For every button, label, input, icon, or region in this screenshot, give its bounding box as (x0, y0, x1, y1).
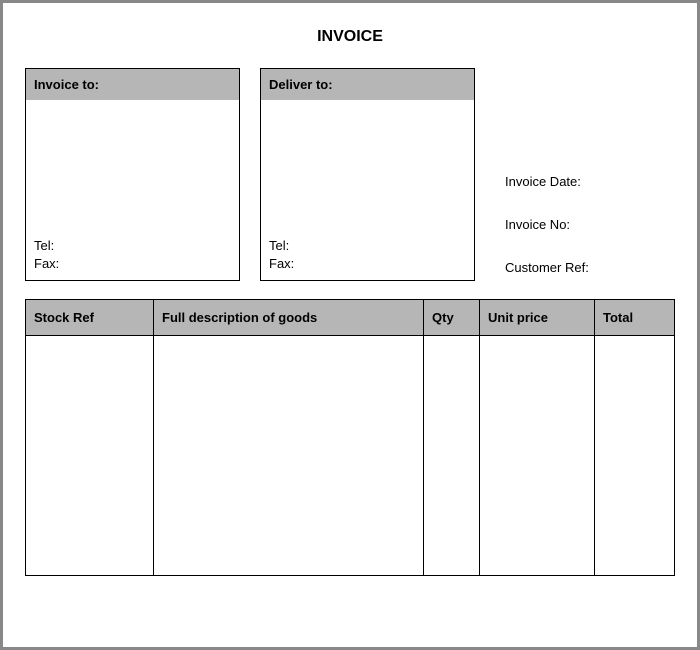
cell-description[interactable] (154, 336, 424, 576)
invoice-to-body[interactable]: Tel: Fax: (26, 100, 239, 280)
deliver-to-header: Deliver to: (261, 69, 474, 100)
invoice-to-box: Invoice to: Tel: Fax: (25, 68, 240, 281)
cell-unit-price[interactable] (480, 336, 595, 576)
items-table: Stock Ref Full description of goods Qty … (25, 299, 675, 576)
col-unit-price: Unit price (480, 300, 595, 336)
top-section: Invoice to: Tel: Fax: Deliver to: Tel: F… (25, 68, 675, 281)
col-total: Total (595, 300, 675, 336)
meta-section: Invoice Date: Invoice No: Customer Ref: (495, 68, 675, 281)
deliver-to-box: Deliver to: Tel: Fax: (260, 68, 475, 281)
col-description: Full description of goods (154, 300, 424, 336)
col-stock-ref: Stock Ref (26, 300, 154, 336)
invoice-to-header: Invoice to: (26, 69, 239, 100)
cell-stock-ref[interactable] (26, 336, 154, 576)
page-title: INVOICE (25, 28, 675, 46)
cell-qty[interactable] (424, 336, 480, 576)
customer-ref-label: Customer Ref: (505, 260, 675, 275)
deliver-to-tel-label: Tel: (269, 238, 466, 253)
deliver-to-fax-label: Fax: (269, 256, 466, 271)
invoice-to-fax-label: Fax: (34, 256, 231, 271)
table-header-row: Stock Ref Full description of goods Qty … (26, 300, 675, 336)
deliver-to-body[interactable]: Tel: Fax: (261, 100, 474, 280)
invoice-to-tel-label: Tel: (34, 238, 231, 253)
invoice-no-label: Invoice No: (505, 217, 675, 232)
col-qty: Qty (424, 300, 480, 336)
invoice-date-label: Invoice Date: (505, 174, 675, 189)
cell-total[interactable] (595, 336, 675, 576)
table-row (26, 336, 675, 576)
